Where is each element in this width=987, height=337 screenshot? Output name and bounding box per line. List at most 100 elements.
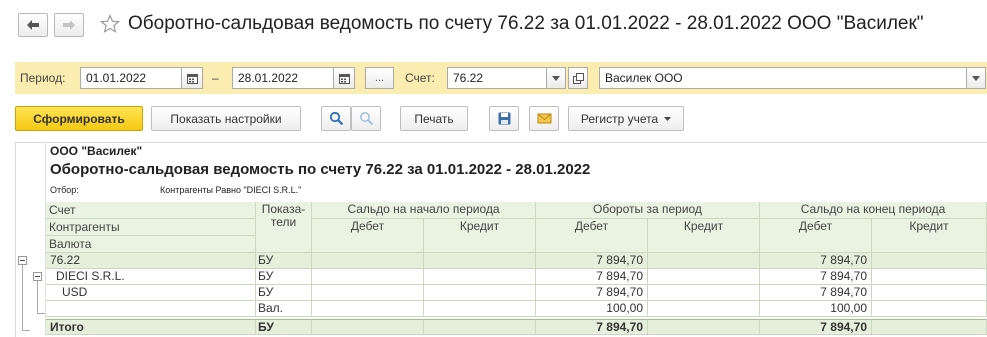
outline-line [22, 330, 30, 331]
generate-button[interactable]: Сформировать [15, 106, 143, 131]
organization-input[interactable]: Василек ООО [599, 67, 967, 89]
favorite-star-icon[interactable] [100, 14, 120, 34]
arrow-left-icon [27, 20, 39, 30]
total-cell-close-credit[interactable] [872, 319, 987, 335]
table-cell-open-debit[interactable] [312, 285, 424, 301]
report-heading: Оборотно-сальдовая ведомость по счету 76… [50, 161, 591, 178]
table-cell-close-credit[interactable] [872, 285, 987, 301]
forward-button[interactable] [54, 13, 84, 37]
table-cell-indicator[interactable]: Вал. [256, 301, 312, 317]
table-cell-turn-debit[interactable]: 7 894,70 [536, 253, 648, 269]
collapse-counterparty-icon[interactable] [33, 272, 42, 281]
save-button[interactable] [489, 106, 519, 131]
show-settings-button[interactable]: Показать настройки [151, 106, 301, 131]
header-closing-balance: Сальдо на конец периода [760, 202, 987, 219]
back-button[interactable] [18, 13, 48, 37]
period-dash: – [212, 71, 219, 85]
floppy-disk-icon [498, 112, 510, 125]
total-cell-indicator[interactable]: БУ [256, 319, 312, 335]
chevron-down-icon [972, 75, 980, 81]
date-to-input[interactable]: 28.01.2022 [232, 67, 334, 89]
table-cell-close-debit[interactable]: 7 894,70 [760, 285, 872, 301]
total-cell-open-debit[interactable] [312, 319, 424, 335]
table-cell-open-debit[interactable] [312, 253, 424, 269]
window-title: Оборотно-сальдовая ведомость по счету 76… [128, 13, 924, 34]
table-cell-turn-debit[interactable]: 7 894,70 [536, 269, 648, 285]
header-opening-balance: Сальдо на начало периода [312, 202, 536, 219]
chevron-down-icon [552, 75, 560, 81]
table-cell-turn-credit[interactable] [648, 285, 760, 301]
period-label: Период: [20, 71, 66, 85]
report-outline-gutter [15, 142, 46, 336]
chevron-down-icon [664, 116, 672, 121]
calendar-icon [338, 73, 350, 84]
table-cell-open-credit[interactable] [424, 269, 536, 285]
table-cell-indicator[interactable]: БУ [256, 269, 312, 285]
search-cancel-button[interactable] [351, 106, 381, 131]
table-cell-close-debit[interactable]: 100,00 [760, 301, 872, 317]
open-link-icon [572, 72, 584, 84]
envelope-icon [537, 113, 551, 124]
table-cell-indicator[interactable]: БУ [256, 253, 312, 269]
print-button[interactable]: Печать [400, 106, 468, 131]
header-closing-debit: Дебет [760, 219, 872, 253]
account-open-button[interactable] [568, 67, 588, 89]
table-cell-open-debit[interactable] [312, 301, 424, 317]
outline-line [37, 313, 45, 314]
table-cell-turn-credit[interactable] [648, 269, 760, 285]
table-cell-close-credit[interactable] [872, 269, 987, 285]
search-button[interactable] [321, 106, 351, 131]
table-cell-name[interactable]: USD [46, 285, 256, 301]
table-cell-turn-debit[interactable]: 100,00 [536, 301, 648, 317]
register-menu-label: Регистр учета [580, 111, 659, 126]
table-cell-open-debit[interactable] [312, 269, 424, 285]
period-select-button[interactable]: ... [365, 67, 394, 89]
header-turnover: Обороты за период [536, 202, 760, 219]
account-label: Счет: [405, 71, 435, 85]
header-indicators: Показа- тели [256, 202, 312, 253]
organization-dropdown-button[interactable] [966, 67, 986, 89]
send-email-button[interactable] [529, 106, 559, 131]
register-menu-button[interactable]: Регистр учета [568, 106, 684, 131]
table-cell-name[interactable]: DIECI S.R.L. [46, 269, 256, 285]
date-to-calendar-button[interactable] [333, 67, 355, 89]
header-opening-credit: Кредит [424, 219, 536, 253]
account-input[interactable]: 76.22 [447, 67, 547, 89]
header-opening-debit: Дебет [312, 219, 424, 253]
table-cell-open-credit[interactable] [424, 285, 536, 301]
table-cell-close-credit[interactable] [872, 253, 987, 269]
total-cell-turn-credit[interactable] [648, 319, 760, 335]
title-bar: Оборотно-сальдовая ведомость по счету 76… [0, 0, 987, 52]
table-cell-turn-debit[interactable]: 7 894,70 [536, 285, 648, 301]
search-cancel-icon [359, 112, 373, 126]
table-cell-turn-credit[interactable] [648, 253, 760, 269]
total-cell-open-credit[interactable] [424, 319, 536, 335]
outline-line [22, 265, 23, 330]
header-counterparties: Контрагенты [46, 219, 256, 236]
table-cell-turn-credit[interactable] [648, 301, 760, 317]
table-cell-close-credit[interactable] [872, 301, 987, 317]
table-cell-name[interactable]: 76.22 [46, 253, 256, 269]
report-filter-value: Контрагенты Равно "DIECI S.R.L." [160, 185, 302, 195]
table-cell-close-debit[interactable]: 7 894,70 [760, 269, 872, 285]
table-cell-close-debit[interactable]: 7 894,70 [760, 253, 872, 269]
total-cell-name[interactable]: Итого [46, 319, 256, 335]
arrow-right-icon [63, 20, 75, 30]
report-filter-label: Отбор: [50, 185, 79, 195]
table-cell-name[interactable] [46, 301, 256, 317]
date-from-calendar-button[interactable] [181, 67, 203, 89]
calendar-icon [186, 73, 198, 84]
search-icon [329, 111, 343, 126]
date-from-input[interactable]: 01.01.2022 [80, 67, 182, 89]
total-cell-close-debit[interactable]: 7 894,70 [760, 319, 872, 335]
header-turnover-credit: Кредит [648, 219, 760, 253]
header-closing-credit: Кредит [872, 219, 987, 253]
total-cell-turn-debit[interactable]: 7 894,70 [536, 319, 648, 335]
table-cell-indicator[interactable]: БУ [256, 285, 312, 301]
outline-line [37, 281, 38, 313]
account-dropdown-button[interactable] [546, 67, 566, 89]
table-cell-open-credit[interactable] [424, 253, 536, 269]
header-turnover-debit: Дебет [536, 219, 648, 253]
table-cell-open-credit[interactable] [424, 301, 536, 317]
collapse-account-icon[interactable] [18, 256, 27, 265]
